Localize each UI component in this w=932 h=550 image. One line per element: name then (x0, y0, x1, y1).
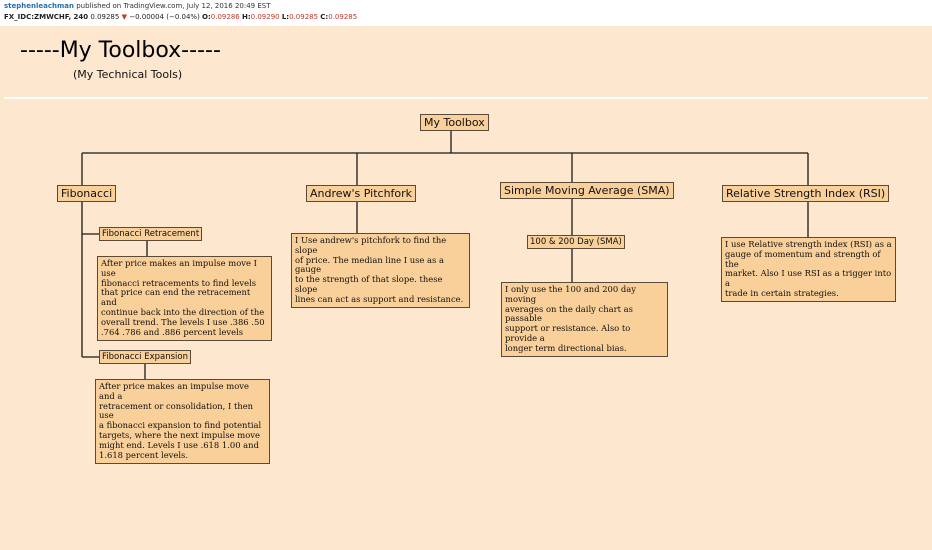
sma-node[interactable]: Simple Moving Average (SMA) (500, 182, 674, 200)
expansion-note[interactable]: After price makes an impulse move and a … (95, 379, 270, 464)
symbol-quote-line: FX_IDC:ZMWCHF, 240 0.09285 ▼ −0.00004 (−… (4, 13, 357, 21)
root-node[interactable]: My Toolbox (420, 114, 489, 132)
rsi-node[interactable]: Relative Strength Index (RSI) (722, 185, 890, 203)
symbol-label: FX_IDC:ZMWCHF, 240 (4, 13, 89, 21)
high-value: 0.09290 (250, 13, 280, 21)
publication-info: stephenleachman published on TradingView… (4, 2, 270, 10)
fibonacci-node[interactable]: Fibonacci (57, 185, 117, 203)
low-value: 0.09285 (289, 13, 319, 21)
publication-header: stephenleachman published on TradingView… (0, 0, 932, 26)
down-arrow-icon: ▼ (121, 13, 127, 21)
rsi-note[interactable]: I use Relative strength index (RSI) as a… (721, 237, 896, 302)
close-value: 0.09285 (328, 13, 358, 21)
author-link[interactable]: stephenleachman (4, 2, 74, 10)
price-change: −0.00004 (−0.04%) (129, 13, 200, 21)
retracement-note[interactable]: After price makes an impulse move I use … (97, 256, 272, 341)
last-price: 0.09285 (90, 13, 120, 21)
sma-100-200-node[interactable]: 100 & 200 Day (SMA) (527, 235, 625, 250)
pitchfork-node[interactable]: Andrew's Pitchfork (306, 185, 417, 203)
high-label: H: (241, 13, 251, 21)
fibonacci-expansion-node[interactable]: Fibonacci Expansion (99, 350, 192, 365)
open-label: O: (202, 13, 211, 21)
chart-canvas[interactable]: -----My Toolbox----- (My Technical Tools… (0, 26, 932, 550)
open-value: 0.09286 (210, 13, 240, 21)
fibonacci-retracement-node[interactable]: Fibonacci Retracement (99, 227, 203, 242)
pitchfork-note[interactable]: I Use andrew's pitchfork to find the slo… (291, 233, 470, 308)
sma-note[interactable]: I only use the 100 and 200 day moving av… (501, 282, 668, 357)
published-text: published on TradingView.com, July 12, 2… (76, 2, 271, 10)
